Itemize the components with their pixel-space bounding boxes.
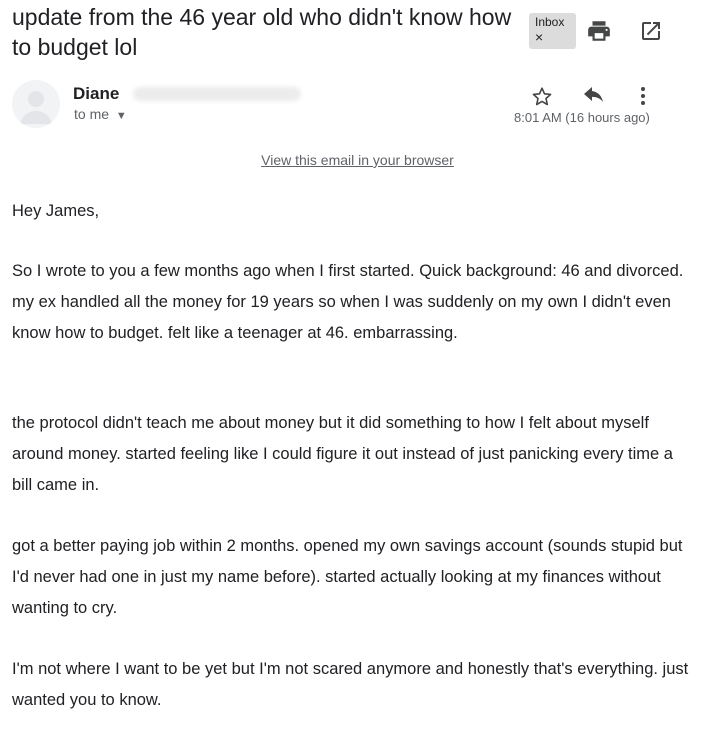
star-icon[interactable]: [530, 85, 554, 109]
email-paragraph: the protocol didn't teach me about money…: [12, 414, 673, 494]
email-timestamp: 8:01 AM (16 hours ago): [514, 110, 650, 125]
reply-icon[interactable]: [582, 86, 606, 108]
email-subject: update from the 46 year old who didn't k…: [12, 4, 512, 60]
sender-email-redacted: [133, 87, 301, 101]
email-paragraph: got a better paying job within 2 months.…: [12, 537, 683, 617]
print-icon[interactable]: [586, 18, 612, 44]
avatar-icon: [20, 91, 52, 124]
sender-name: Diane: [73, 84, 120, 103]
view-in-browser-link[interactable]: View this email in your browser: [261, 152, 454, 168]
inbox-label-text: Inbox: [535, 15, 565, 29]
caret-down-icon: ▼: [115, 110, 127, 122]
email-paragraph: So I wrote to you a few months ago when …: [12, 262, 684, 342]
more-vert-icon[interactable]: [635, 84, 651, 108]
open-in-new-window-icon[interactable]: [639, 19, 663, 43]
sender-avatar[interactable]: [12, 80, 60, 128]
recipient-label: to me: [74, 106, 110, 122]
email-greeting: Hey James,: [12, 202, 100, 220]
remove-label-icon[interactable]: ×: [535, 30, 576, 45]
view-in-browser-link-row: View this email in your browser: [0, 152, 715, 168]
email-paragraph: I'm not where I want to be yet but I'm n…: [12, 660, 689, 709]
inbox-label-chip[interactable]: Inbox ×: [529, 13, 576, 49]
recipient-details-toggle[interactable]: to me ▼: [74, 106, 127, 122]
